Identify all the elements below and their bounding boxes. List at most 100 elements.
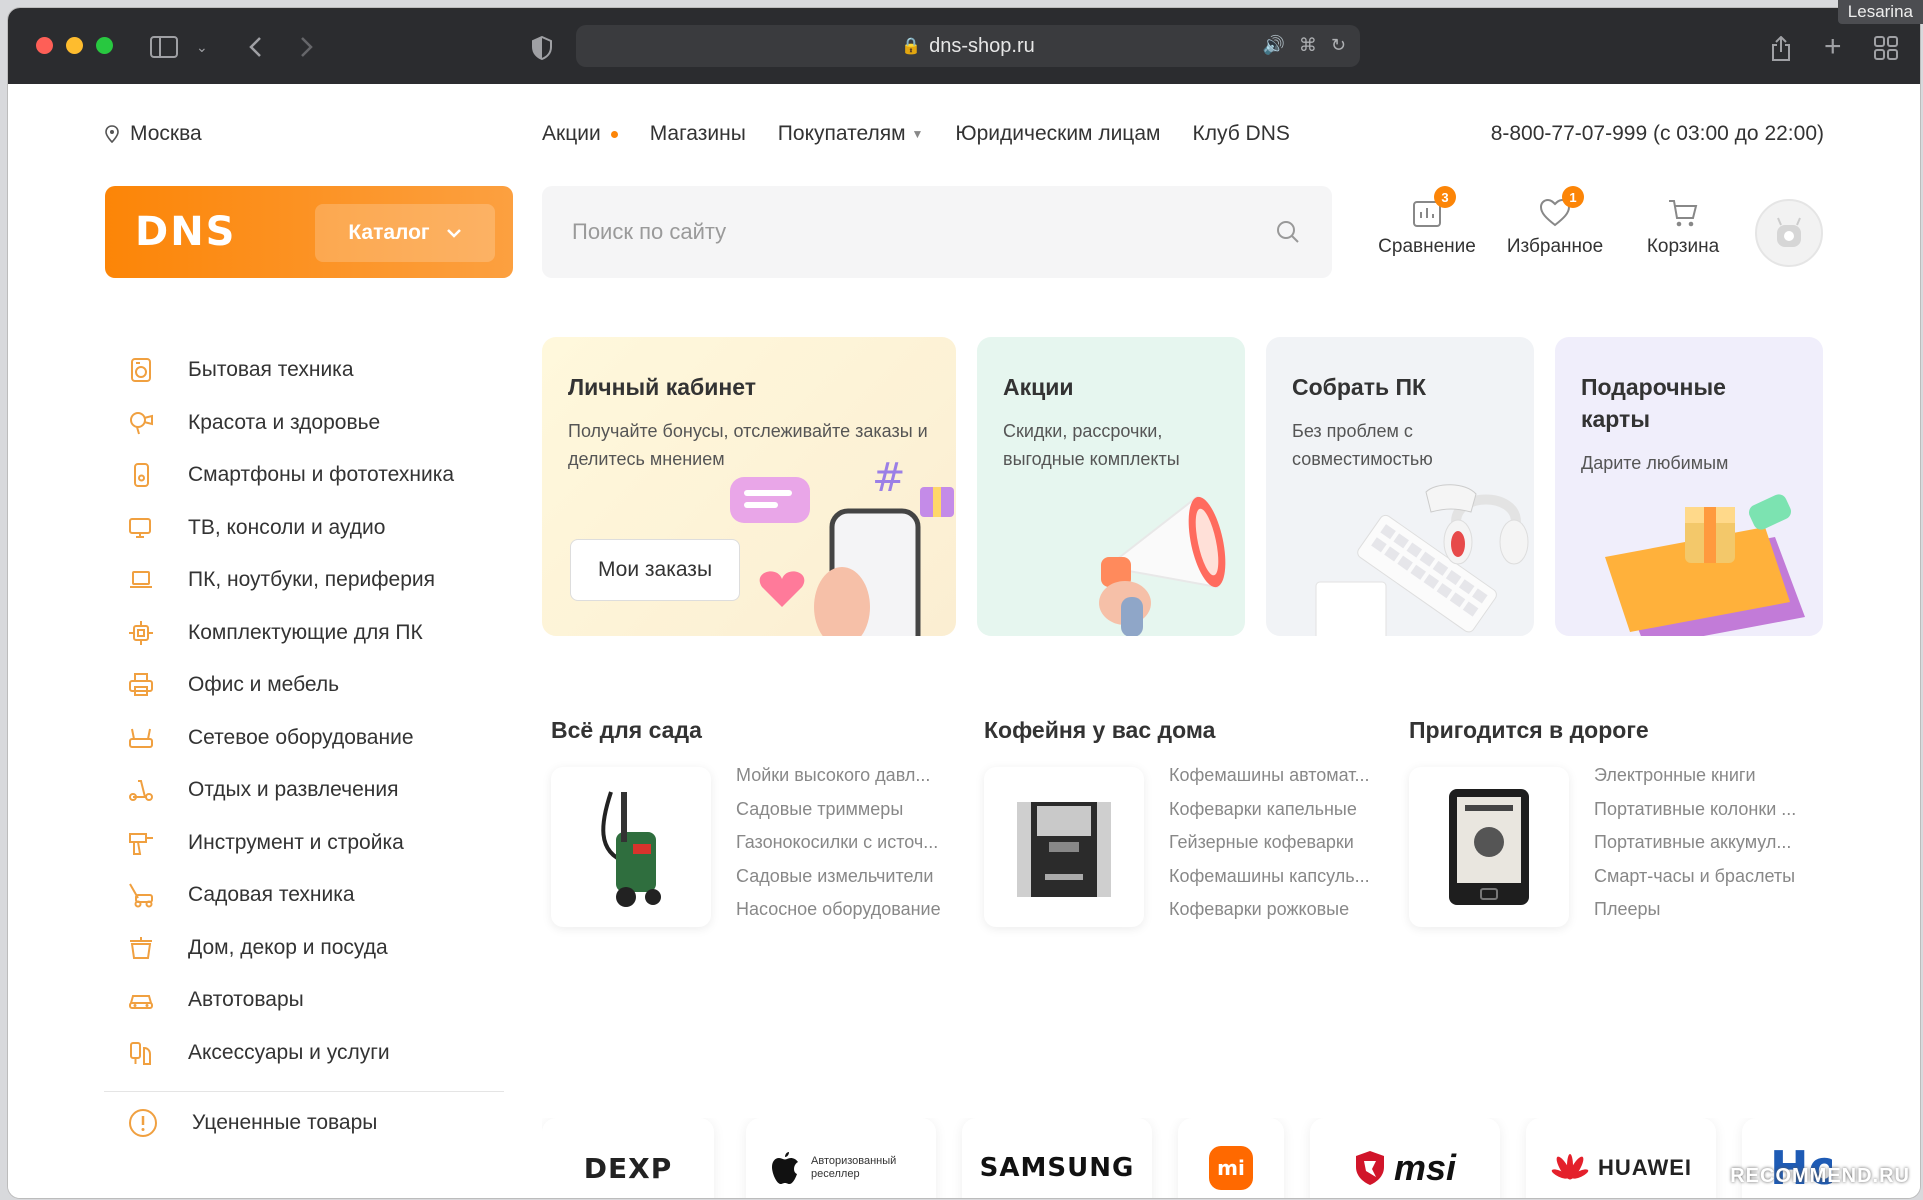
sidebar-item[interactable]: Аксессуары и услуги [128,1027,518,1080]
collection-link[interactable]: Портативные колонки ... [1594,793,1824,827]
brand-apple[interactable]: Авторизованный реселлер [746,1118,936,1198]
brand-samsung[interactable]: SAMSUNG [962,1118,1152,1198]
close-window-button[interactable] [36,37,53,54]
collection-link[interactable]: Газонокосилки с источ... [736,826,966,860]
catalog-button[interactable]: Каталог [315,204,495,262]
collection-link[interactable]: Садовые измельчители [736,860,966,894]
promo-build-pc[interactable]: Собрать ПК Без проблем с совместимостью [1266,337,1534,636]
share-icon[interactable] [1770,35,1792,66]
nav-link-customers[interactable]: Покупателям ▼ [778,122,924,146]
my-orders-button[interactable]: Мои заказы [570,539,740,601]
pressure-washer-image[interactable] [551,767,711,927]
translate-icon[interactable]: ⌘ [1299,35,1317,56]
brand-xiaomi[interactable]: mi [1178,1118,1284,1198]
chip-icon [129,620,153,645]
lawnmower-icon [129,883,153,908]
sidebar-toggle-icon[interactable] [150,36,178,62]
nav-link-stores[interactable]: Магазины [650,122,746,146]
apple-reseller-caption: Авторизованный реселлер [811,1155,897,1180]
huawei-flower-icon [1551,1154,1589,1180]
brand-msi[interactable]: msi [1310,1118,1500,1198]
coffee-machine-icon [1017,802,1111,897]
sidebar-item-discounted[interactable]: Уцененные товары [128,1092,518,1154]
car-icon [129,995,153,1010]
apple-logo-icon [772,1152,798,1184]
city-label: Москва [130,122,202,145]
minimize-window-button[interactable] [66,37,83,54]
nav-link-club[interactable]: Клуб DNS [1192,122,1289,146]
pot-icon [130,936,152,959]
collection-title[interactable]: Кофейня у вас дома [984,717,1404,744]
sidebar-item[interactable]: Сетевое оборудование [128,712,518,765]
collection-link[interactable]: Плееры [1594,893,1824,927]
msi-dragon-shield-icon [1355,1151,1384,1185]
collection-link[interactable]: Мойки высокого давл... [736,759,966,793]
favorites-button[interactable]: 1 Избранное [1506,186,1604,258]
collection-link[interactable]: Садовые триммеры [736,793,966,827]
promo-personal-account[interactable]: Личный кабинет Получайте бонусы, отслежи… [542,337,956,636]
collection-links: Электронные книги Портативные колонки ..… [1594,759,1824,927]
drill-icon [129,832,153,855]
sidebar-item[interactable]: Офис и мебель [128,659,518,712]
sidebar-item[interactable]: Автотовары [128,974,518,1027]
sidebar-item-label: Бытовая техника [188,358,354,382]
city-selector[interactable]: Москва [104,122,202,146]
cart-button[interactable]: Корзина [1634,196,1732,258]
collection-link[interactable]: Насосное оборудование [736,893,966,927]
collection-title[interactable]: Всё для сада [551,717,971,744]
collection-link[interactable]: Кофеварки капельные [1169,793,1399,827]
sidebar-item[interactable]: Отдых и развлечения [128,764,518,817]
collection-link[interactable]: Электронные книги [1594,759,1824,793]
address-bar[interactable]: 🔒 dns-shop.ru 🔊 ⌘ ↻ [576,25,1360,67]
promo-gift-cards[interactable]: Подарочные карты Дарите любимым [1555,337,1823,636]
nav-link-promotions[interactable]: Акции [542,122,618,146]
compare-button[interactable]: 3 Сравнение [1378,186,1476,258]
nav-links: Акции Магазины Покупателям ▼ Юридическим … [542,122,1290,146]
search-icon[interactable] [1276,220,1300,244]
tab-overview-icon[interactable] [1874,36,1898,64]
washing-machine-icon [131,358,151,383]
brand-huawei[interactable]: HUAWEI [1526,1118,1716,1198]
sidebar-item[interactable]: Комплектующие для ПК [128,607,518,660]
sidebar-item-label: Дом, декор и посуда [188,935,388,959]
ebook-reader-icon [1449,789,1529,905]
sidebar-item[interactable]: Красота и здоровье [128,397,518,450]
sidebar-item-label: Садовая техника [188,883,355,907]
sidebar-item[interactable]: Смартфоны и фототехника [128,449,518,502]
sidebar-item[interactable]: Бытовая техника [128,344,518,397]
location-pin-icon [105,125,119,143]
collection-link[interactable]: Портативные аккумул... [1594,826,1824,860]
search-input[interactable]: Поиск по сайту [542,186,1332,278]
sidebar-item[interactable]: Садовая техника [128,869,518,922]
shield-icon[interactable] [532,35,552,64]
brand-dexp[interactable]: DEXP [542,1118,714,1198]
new-tab-icon[interactable]: + [1824,32,1842,62]
collection-link[interactable]: Гейзерные кофеварки [1169,826,1399,860]
collection-link[interactable]: Кофемашины капсуль... [1169,860,1399,894]
dns-logo[interactable]: DNS [135,209,237,255]
promo-sales[interactable]: Акции Скидки, рассрочки, выгодные компле… [977,337,1245,636]
sidebar-item[interactable]: ПК, ноутбуки, периферия [128,554,518,607]
promo-title: Подарочные карты [1581,374,1726,432]
sidebar-item[interactable]: Инструмент и стройка [128,817,518,870]
sidebar-item[interactable]: ТВ, консоли и аудио [128,502,518,555]
top-navigation: Москва Акции Магазины Покупателям ▼ Юриди… [104,122,1824,152]
speaker-icon[interactable]: 🔊 [1262,35,1284,56]
avatar[interactable] [1755,199,1823,267]
phone-number[interactable]: 8-800-77-07-999 (с 03:00 до 22:00) [1491,122,1824,146]
sidebar-item[interactable]: Дом, декор и посуда [128,922,518,975]
coffee-machine-image[interactable] [984,767,1144,927]
collection-links: Кофемашины автомат... Кофеварки капельны… [1169,759,1399,927]
collection-link[interactable]: Кофеварки рожковые [1169,893,1399,927]
maximize-window-button[interactable] [96,37,113,54]
chevron-down-icon[interactable]: ⌄ [196,36,208,58]
nav-link-business[interactable]: Юридическим лицам [955,122,1160,146]
back-icon[interactable] [248,36,262,62]
ebook-image[interactable] [1409,767,1569,927]
smartphone-icon [134,463,149,488]
collection-title[interactable]: Пригодится в дороге [1409,717,1829,744]
forward-icon[interactable] [300,36,314,62]
collection-link[interactable]: Кофемашины автомат... [1169,759,1399,793]
collection-link[interactable]: Смарт-часы и браслеты [1594,860,1824,894]
reload-icon[interactable]: ↻ [1331,35,1346,56]
